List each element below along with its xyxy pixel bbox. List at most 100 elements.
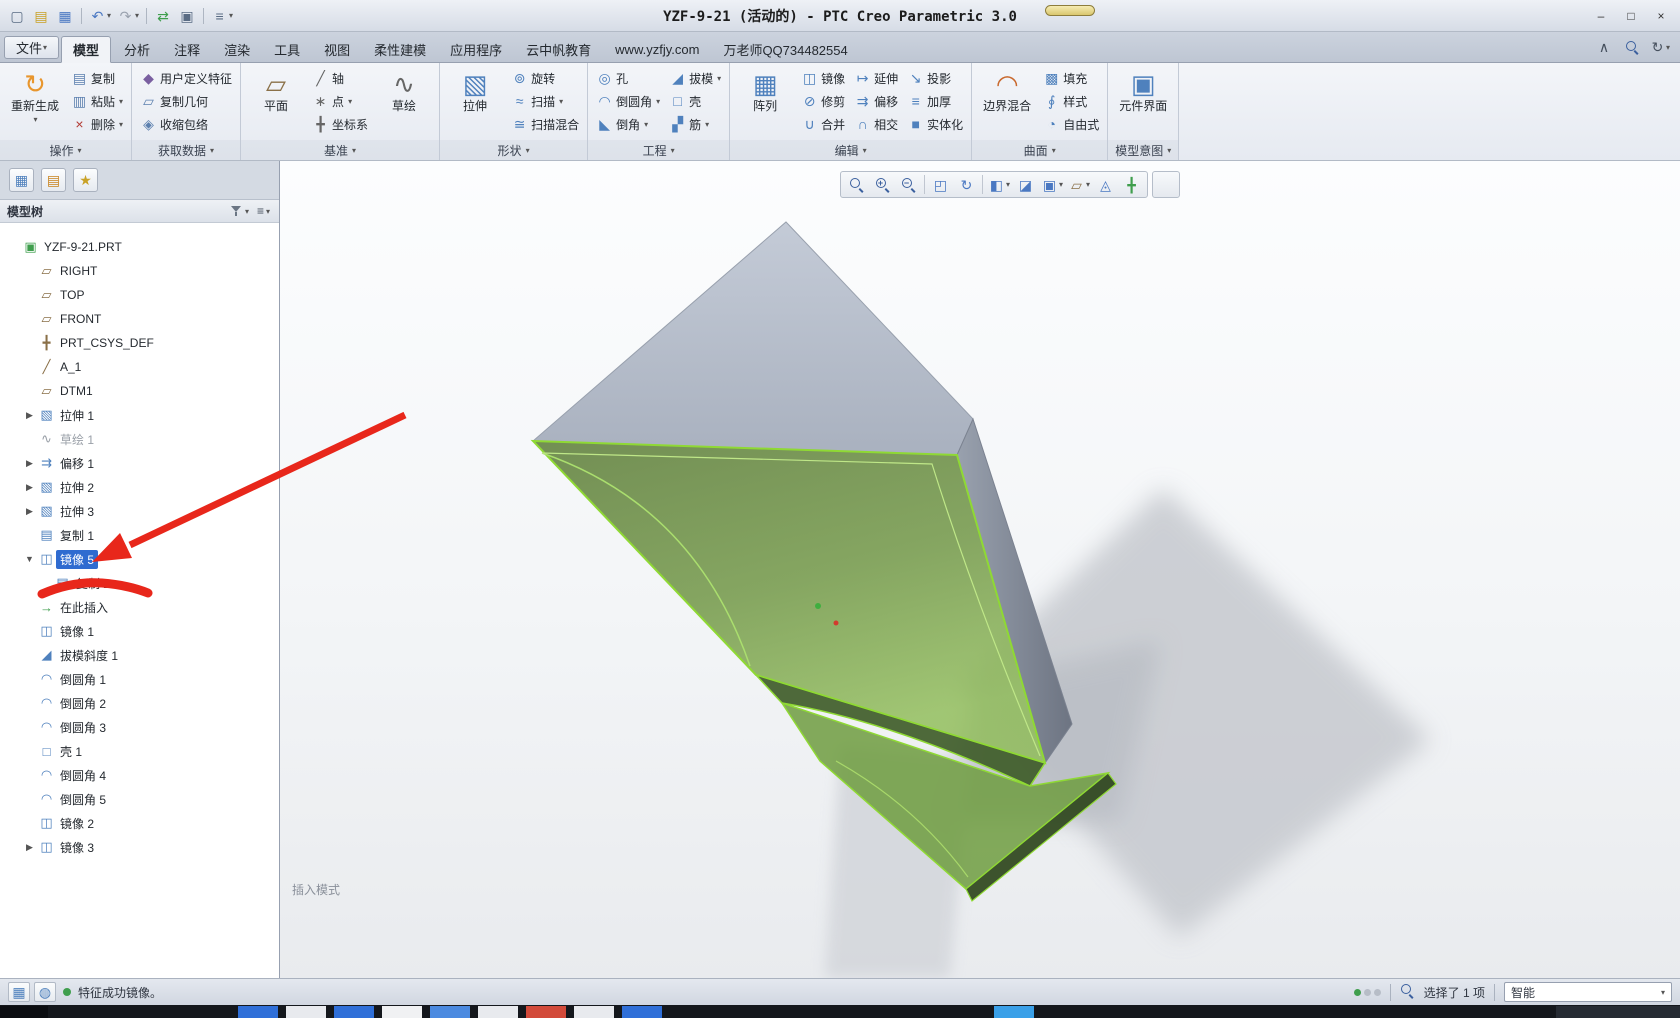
- tree-item[interactable]: ◠倒圆角 2: [0, 691, 279, 715]
- tree-item[interactable]: ∿草绘 1: [0, 427, 279, 451]
- view-tools-button[interactable]: [1152, 171, 1180, 198]
- fill-button[interactable]: ▩填充: [1040, 67, 1102, 89]
- taskbar-item[interactable]: [382, 1006, 422, 1018]
- navigator-toggle-button[interactable]: ▦: [9, 168, 34, 192]
- trim-button[interactable]: ⊘修剪: [798, 90, 848, 112]
- tree-item[interactable]: ▼◫镜像 5: [0, 547, 279, 571]
- refit-button[interactable]: ◰: [928, 173, 953, 196]
- tree-item[interactable]: ▶◫镜像 3: [0, 835, 279, 859]
- extrude-button[interactable]: ▧拉伸: [445, 66, 505, 136]
- taskbar-item[interactable]: [622, 1006, 662, 1018]
- tab-yzf-education[interactable]: 云中帆教育: [515, 37, 602, 62]
- ribbon-group-label-get-data[interactable]: 获取数据▾: [132, 140, 240, 160]
- tree-item[interactable]: ◢拔模斜度 1: [0, 643, 279, 667]
- tree-item[interactable]: ▤复制 1: [0, 523, 279, 547]
- tree-settings-button[interactable]: ≡▾: [255, 202, 272, 220]
- tree-item[interactable]: ▶▧拉伸 1: [0, 403, 279, 427]
- taskbar-item[interactable]: [430, 1006, 470, 1018]
- favorites-button[interactable]: ★: [73, 168, 98, 192]
- display-style-button[interactable]: ◧▾: [986, 173, 1012, 196]
- plane-button[interactable]: ▱平面: [246, 66, 306, 136]
- tab-flexible-modeling[interactable]: 柔性建模: [363, 37, 437, 62]
- tree-item[interactable]: ◫镜像 2: [0, 811, 279, 835]
- tree-filter-button[interactable]: ▾: [229, 202, 251, 220]
- point-button[interactable]: ∗点▾: [309, 90, 371, 112]
- repaint-button[interactable]: ↻: [954, 173, 979, 196]
- copy-geometry-button[interactable]: ▱复制几何: [137, 90, 235, 112]
- expand-expanded-icon[interactable]: ▼: [22, 554, 37, 564]
- model-top-face[interactable]: [533, 222, 973, 455]
- tab-model[interactable]: 模型: [61, 36, 111, 63]
- taskbar-item[interactable]: [0, 1006, 48, 1018]
- zoom-out-button[interactable]: −: [896, 173, 921, 196]
- taskbar-item[interactable]: [526, 1006, 566, 1018]
- merge-button[interactable]: ∪合并: [798, 113, 848, 135]
- tree-item[interactable]: ▣YZF-9-21.PRT: [0, 235, 279, 259]
- statusbar-browser-toggle-button[interactable]: ◍: [34, 982, 56, 1002]
- paste-button[interactable]: ▥粘贴▾: [68, 90, 126, 112]
- open-file-button[interactable]: ▤: [30, 5, 52, 27]
- tree-item[interactable]: ╋PRT_CSYS_DEF: [0, 331, 279, 355]
- sweep-button[interactable]: ≈扫描▾: [508, 90, 582, 112]
- saved-orientations-button[interactable]: ▣▾: [1039, 173, 1065, 196]
- style-button[interactable]: ∮样式: [1040, 90, 1102, 112]
- tab-yzf-teacher[interactable]: 万老师QQ734482554: [712, 37, 858, 62]
- revolve-button[interactable]: ⊚旋转: [508, 67, 582, 89]
- tree-item[interactable]: ▤复制 2: [0, 571, 279, 595]
- tree-item[interactable]: ▱FRONT: [0, 307, 279, 331]
- tab-yzf-website[interactable]: www.yzfjy.com: [604, 37, 710, 62]
- restore-button[interactable]: □: [1618, 7, 1644, 25]
- expand-collapsed-icon[interactable]: ▶: [22, 842, 37, 853]
- annotation-display-button[interactable]: ◬: [1093, 173, 1118, 196]
- save-file-button[interactable]: ▦: [54, 5, 76, 27]
- tab-annotate[interactable]: 注释: [163, 37, 211, 62]
- window-refresh-button[interactable]: ↻▾: [1650, 38, 1670, 56]
- pattern-button[interactable]: ▦阵列: [735, 66, 795, 136]
- tab-file[interactable]: 文件▾: [4, 36, 59, 59]
- minimize-ribbon-button[interactable]: ∧: [1594, 38, 1614, 56]
- intersect-button[interactable]: ∩相交: [851, 113, 901, 135]
- extend-button[interactable]: ↦延伸: [851, 67, 901, 89]
- taskbar-item[interactable]: [1556, 1006, 1680, 1018]
- statusbar-navigator-toggle-button[interactable]: ▦: [8, 982, 30, 1002]
- taskbar-item[interactable]: [238, 1006, 278, 1018]
- tree-item[interactable]: □壳 1: [0, 739, 279, 763]
- folder-browser-button[interactable]: ▤: [41, 168, 66, 192]
- shrinkwrap-button[interactable]: ◈收缩包络: [137, 113, 235, 135]
- tree-item[interactable]: ▶▧拉伸 3: [0, 499, 279, 523]
- component-interface-button[interactable]: ▣元件界面: [1113, 66, 1173, 136]
- freestyle-button[interactable]: ◔自由式: [1040, 113, 1102, 135]
- project-button[interactable]: ↘投影: [904, 67, 966, 89]
- tab-applications[interactable]: 应用程序: [439, 37, 513, 62]
- mirror-button[interactable]: ◫镜像: [798, 67, 848, 89]
- expand-collapsed-icon[interactable]: ▶: [22, 458, 37, 469]
- taskbar-item[interactable]: [994, 1006, 1034, 1018]
- rib-button[interactable]: ▞筋▾: [666, 113, 724, 135]
- tab-analysis[interactable]: 分析: [113, 37, 161, 62]
- delete-button[interactable]: ×删除▾: [68, 113, 126, 135]
- ribbon-group-label-surfaces[interactable]: 曲面▾: [972, 140, 1107, 160]
- expand-collapsed-icon[interactable]: ▶: [22, 506, 37, 517]
- section-button[interactable]: ◪: [1013, 173, 1038, 196]
- offset-button[interactable]: ⇉偏移: [851, 90, 901, 112]
- regenerate-button[interactable]: ↻重新生成▾: [5, 66, 65, 136]
- ribbon-group-label-model-intent[interactable]: 模型意图▾: [1108, 140, 1178, 160]
- tree-item[interactable]: ◫镜像 1: [0, 619, 279, 643]
- tree-item[interactable]: ▱DTM1: [0, 379, 279, 403]
- window-switch-button[interactable]: ▣: [176, 5, 198, 27]
- find-in-model-button[interactable]: [1400, 983, 1415, 1001]
- expand-collapsed-icon[interactable]: ▶: [22, 482, 37, 493]
- taskbar-item[interactable]: [286, 1006, 326, 1018]
- ribbon-group-label-engineering[interactable]: 工程▾: [588, 140, 729, 160]
- tree-item[interactable]: →在此插入: [0, 595, 279, 619]
- solidify-button[interactable]: ■实体化: [904, 113, 966, 135]
- ribbon-group-label-datum[interactable]: 基准▾: [241, 140, 439, 160]
- datum-display-button[interactable]: ▱▾: [1066, 173, 1092, 196]
- redo-button[interactable]: ↷▾: [115, 5, 141, 27]
- swept-blend-button[interactable]: ≅扫描混合: [508, 113, 582, 135]
- expand-collapsed-icon[interactable]: ▶: [22, 410, 37, 421]
- command-search-button[interactable]: [1622, 38, 1642, 56]
- close-button[interactable]: ×: [1648, 7, 1674, 25]
- shell-button[interactable]: □壳: [666, 90, 724, 112]
- tab-render[interactable]: 渲染: [213, 37, 261, 62]
